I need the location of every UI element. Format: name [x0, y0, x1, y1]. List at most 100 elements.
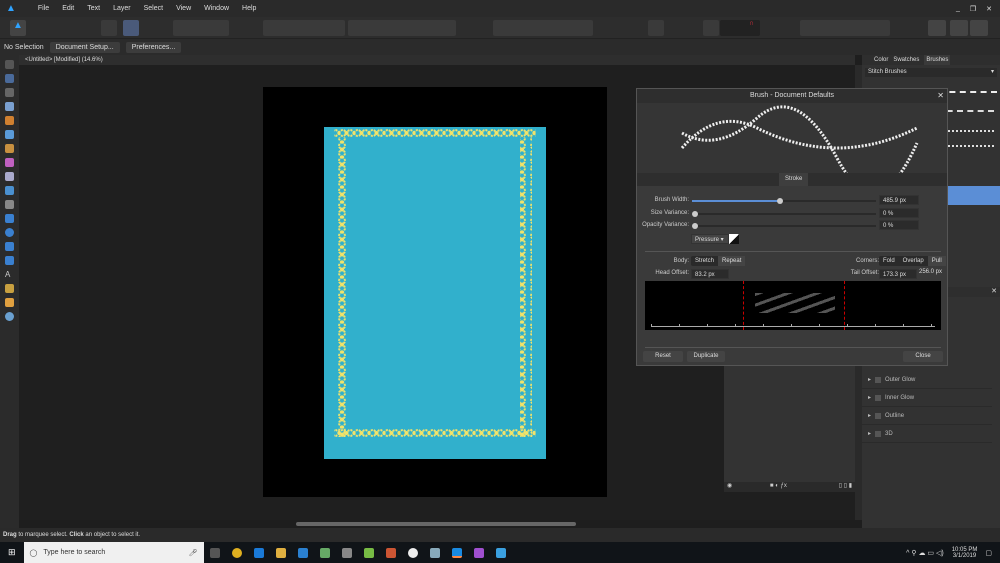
tail-offset-field[interactable]: 173.3 px — [879, 269, 917, 279]
dialog-close-icon[interactable]: ✕ — [937, 91, 944, 100]
shape-tool-icon[interactable] — [5, 256, 14, 265]
node-tool-icon[interactable] — [5, 88, 14, 97]
menu-window[interactable]: Window — [204, 5, 229, 12]
head-offset-field[interactable]: 83.2 px — [691, 269, 729, 279]
reset-button[interactable]: Reset — [643, 351, 683, 362]
zoom-tool-icon[interactable] — [5, 312, 14, 321]
menu-file[interactable]: File — [38, 5, 49, 12]
windows-start-icon[interactable]: ⊞ — [8, 547, 16, 558]
tail-offset-marker[interactable] — [844, 281, 845, 330]
rectangle-tool-icon[interactable] — [5, 214, 14, 223]
document-setup-button[interactable]: Document Setup... — [49, 41, 120, 53]
ellipse-tool-icon[interactable] — [5, 228, 14, 237]
corners-mode-toggle[interactable]: Fold Overlap Pull — [879, 256, 946, 266]
corner-fold[interactable]: Fold — [879, 256, 899, 266]
body-mode-toggle[interactable]: Stretch Repeat — [691, 256, 746, 266]
brush-texture-editor[interactable] — [645, 281, 941, 330]
boolean-subtract-button[interactable] — [950, 20, 968, 36]
app-icon[interactable] — [385, 547, 396, 558]
affinity-photo-icon[interactable] — [473, 547, 484, 558]
menu-help[interactable]: Help — [242, 5, 256, 12]
pencil-tool-icon[interactable] — [5, 130, 14, 139]
fill-tool-icon[interactable] — [5, 158, 14, 167]
pressure-curve-icon[interactable] — [729, 234, 739, 244]
brush-width-field[interactable]: 485.9 px — [879, 195, 919, 205]
body-stretch[interactable]: Stretch — [691, 256, 718, 266]
close-window-button[interactable]: ✕ — [986, 5, 992, 13]
close-button[interactable]: Close — [903, 351, 943, 362]
artboard-tool-icon[interactable] — [5, 74, 14, 83]
duplicate-button[interactable]: Duplicate — [687, 351, 725, 362]
corner-overlap[interactable]: Overlap — [899, 256, 928, 266]
calculator-icon[interactable] — [341, 547, 352, 558]
opacity-variance-slider[interactable] — [692, 223, 876, 229]
toolbar-btn[interactable] — [800, 20, 890, 36]
vector-brush-tool-icon[interactable] — [5, 144, 14, 153]
menu-layer[interactable]: Layer — [113, 5, 131, 12]
brush-width-slider[interactable] — [692, 198, 876, 204]
toolbar-btn[interactable] — [263, 20, 345, 36]
head-offset-marker[interactable] — [743, 281, 744, 330]
document-tab[interactable]: <Untitled> [Modified] (14.6%) — [19, 55, 855, 65]
horizontal-scrollbar[interactable] — [296, 522, 576, 526]
toolbar-btn[interactable] — [348, 20, 456, 36]
toolbar-btn[interactable] — [173, 20, 229, 36]
menu-select[interactable]: Select — [144, 5, 163, 12]
designer-persona-button[interactable]: ▲ — [10, 20, 26, 36]
restore-button[interactable]: ❐ — [970, 5, 976, 13]
affinity-publisher-icon[interactable] — [495, 547, 506, 558]
corner-tool-icon[interactable] — [5, 102, 14, 111]
crop-tool-icon[interactable] — [5, 200, 14, 209]
toolbar-btn[interactable] — [493, 20, 593, 36]
taskbar-search[interactable]: ◯ Type here to search 🎤︎ — [23, 542, 204, 563]
mail-icon[interactable] — [297, 547, 308, 558]
pen-tool-icon[interactable] — [5, 116, 14, 125]
hand-tool-icon[interactable] — [5, 298, 14, 307]
app-icon[interactable] — [429, 547, 440, 558]
effect-outline[interactable]: ▸ Outline — [862, 407, 992, 425]
clock[interactable]: 10:05 PM 3/1/2019 — [952, 547, 978, 559]
minimize-button[interactable]: _ — [956, 5, 960, 12]
grid-button[interactable] — [703, 20, 719, 36]
edge-icon[interactable] — [253, 547, 264, 558]
boolean-add-button[interactable] — [928, 20, 946, 36]
tab-color[interactable]: Color — [874, 55, 888, 65]
effect-3d[interactable]: ▸ 3D — [862, 425, 992, 443]
system-tray-icons[interactable]: ^ ⚲ ☁ ▭ ◁) — [906, 549, 944, 557]
size-variance-field[interactable]: 0 % — [879, 208, 919, 218]
notifications-icon[interactable]: ▢ — [985, 549, 992, 557]
body-repeat[interactable]: Repeat — [718, 256, 746, 266]
effect-outer-glow[interactable]: ▸ Outer Glow — [862, 371, 992, 389]
transparency-tool-icon[interactable] — [5, 172, 14, 181]
tab-stroke[interactable]: Stroke — [779, 173, 809, 186]
color-picker-tool-icon[interactable] — [5, 284, 14, 293]
artboard[interactable] — [324, 127, 546, 459]
tab-brushes[interactable]: Brushes — [924, 55, 951, 65]
toolbar-btn[interactable] — [101, 20, 117, 36]
rounded-rect-tool-icon[interactable] — [5, 242, 14, 251]
file-explorer-icon[interactable] — [275, 547, 286, 558]
place-image-tool-icon[interactable] — [5, 186, 14, 195]
toolbar-btn[interactable] — [123, 20, 139, 36]
affinity-designer-icon[interactable] — [451, 547, 462, 558]
menu-edit[interactable]: Edit — [62, 5, 74, 12]
toolbar-btn[interactable] — [648, 20, 664, 36]
opacity-variance-field[interactable]: 0 % — [879, 220, 919, 230]
pressure-dropdown[interactable]: Pressure ▾ — [691, 234, 729, 244]
preferences-button[interactable]: Preferences... — [125, 41, 182, 53]
menu-text[interactable]: Text — [87, 5, 100, 12]
task-view-icon[interactable] — [209, 547, 220, 558]
app-icon[interactable] — [407, 547, 418, 558]
menu-view[interactable]: View — [176, 5, 191, 12]
boolean-intersect-button[interactable] — [970, 20, 988, 36]
effect-inner-glow[interactable]: ▸ Inner Glow — [862, 389, 992, 407]
snapping-button[interactable]: ∩ — [720, 20, 760, 36]
text-tool-icon[interactable]: A — [5, 270, 14, 279]
app-icon[interactable] — [319, 547, 330, 558]
corner-pull[interactable]: Pull — [927, 256, 946, 266]
pixel-persona-button[interactable] — [30, 20, 42, 36]
export-persona-button[interactable] — [48, 20, 60, 36]
tab-swatches[interactable]: Swatches — [893, 55, 919, 65]
chrome-icon[interactable] — [231, 547, 242, 558]
app-icon[interactable] — [363, 547, 374, 558]
